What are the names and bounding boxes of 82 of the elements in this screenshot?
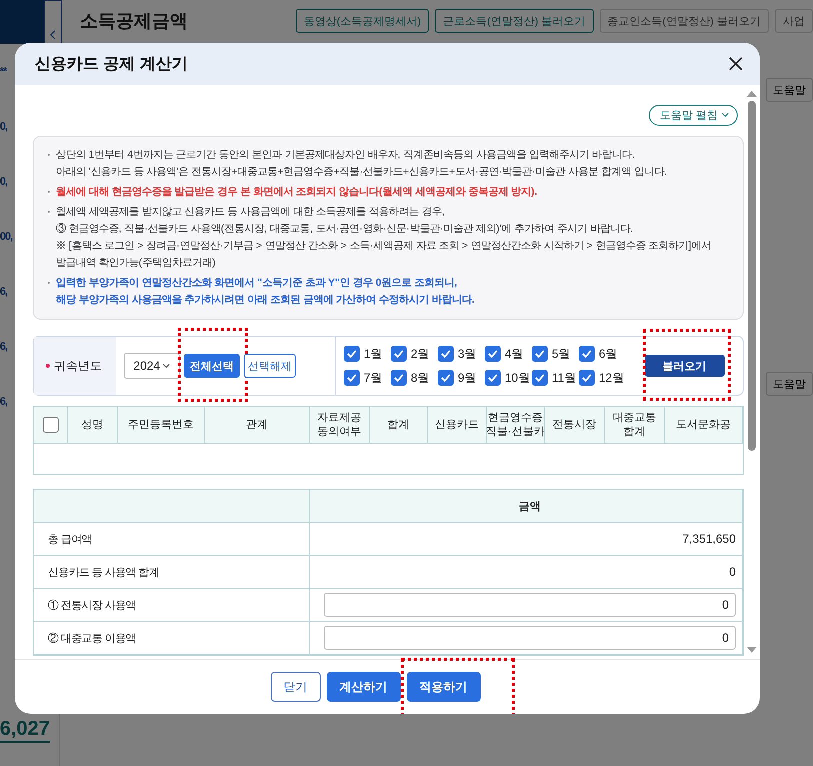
check-icon: [582, 374, 592, 382]
page-title: 소득공제금액: [80, 10, 188, 33]
check-icon: [347, 374, 357, 382]
month-checkbox[interactable]: 12월: [579, 369, 626, 387]
deselect-all-button[interactable]: 선택해제: [244, 354, 296, 378]
column-header: 전통시장: [552, 418, 596, 432]
load-button[interactable]: 불러오기: [644, 355, 724, 377]
amount-value: 0: [729, 565, 736, 579]
check-icon: [394, 374, 404, 382]
row-label: 총 급여액: [48, 532, 92, 546]
check-icon: [441, 350, 451, 358]
notice-text: 발급내역 확인가능(주택임차료거래): [56, 257, 217, 271]
close-icon: [728, 56, 744, 72]
toolbar-button[interactable]: 종교인소득(연말정산) 불러오기: [600, 9, 769, 33]
help-toggle-button[interactable]: 도움말 펼침: [648, 105, 738, 126]
month-checkbox[interactable]: 3월: [438, 345, 485, 363]
chevron-down-icon: [163, 364, 170, 368]
column-header: 자료제공 동의여부: [318, 411, 362, 439]
dialog-button[interactable]: 닫기: [270, 672, 320, 702]
sidebar-value: 0,: [0, 120, 8, 134]
sidebar-value: 00,: [0, 230, 14, 244]
month-checkbox[interactable]: 4월: [485, 345, 532, 363]
column-header: 도서문화공: [676, 418, 731, 432]
month-checkbox[interactable]: 5월: [532, 345, 579, 363]
scroll-down-icon[interactable]: [747, 647, 757, 653]
column-header: 관계: [246, 418, 268, 432]
sidebar-value: 0,: [0, 174, 8, 190]
month-checkbox[interactable]: 6월: [579, 345, 626, 363]
toolbar-button[interactable]: 사업: [775, 9, 813, 33]
check-icon: [488, 374, 498, 382]
row-label: ① 전통시장 사용액: [48, 598, 136, 612]
year-select[interactable]: 2024: [124, 353, 180, 379]
notice-text: ③ 현금영수증, 직불·선불카드 사용액(전통시장, 대중교통, 도서·공연·영화·신문·박물관·미술관 제외)'에 추가하여 주시기 바랍니다.: [56, 222, 634, 237]
amount-input[interactable]: 0: [324, 626, 736, 650]
dialog-title: 신용카드 공제 계산기: [35, 54, 188, 74]
month-checkbox[interactable]: 8월: [391, 369, 438, 387]
check-icon: [394, 350, 404, 358]
row-label: 신용카드 등 사용액 합계: [48, 566, 160, 580]
notice-text: 월세에 대해 현금영수증을 발급받은 경우 본 화면에서 조회되지 않습니다(월세액 세액공제와 중복공제 방지).: [56, 186, 538, 200]
notice-text: 월세액 세액공제를 받지않고 신용카드 등 사용금액에 대한 소득공제를 적용하려는 경우,: [56, 206, 446, 220]
check-icon: [582, 350, 592, 358]
total-value: 6,027: [0, 718, 50, 743]
check-icon: [535, 350, 545, 358]
year-label: 귀속년도: [54, 358, 102, 374]
check-icon: [441, 374, 451, 382]
notice-text: 해당 부양가족의 사용금액을 추가하시려면 아래 조회된 금액에 가산하여 수정하시기 바랍니다.: [56, 294, 475, 308]
column-header: 신용카드: [435, 418, 479, 432]
dialog-button[interactable]: 계산하기: [326, 672, 400, 702]
month-checkbox[interactable]: 9월: [438, 369, 485, 387]
check-icon: [488, 350, 498, 358]
check-icon: [347, 350, 357, 358]
required-icon: [46, 364, 50, 368]
chevron-down-icon: [722, 113, 729, 118]
select-all-checkbox[interactable]: [42, 417, 58, 433]
month-checkbox[interactable]: 2월: [391, 345, 438, 363]
sidebar-value: 6,: [0, 394, 8, 410]
help-button[interactable]: 도움말: [766, 78, 813, 102]
column-header: 금액: [518, 500, 542, 514]
month-checkbox[interactable]: 7월: [344, 369, 391, 387]
amount-value: 7,351,650: [682, 532, 736, 546]
column-header: 대중교통 합계: [612, 411, 656, 439]
amount-input[interactable]: 0: [324, 593, 736, 617]
row-label: ② 대중교통 이용액: [48, 632, 136, 646]
sidebar-value: **: [0, 64, 8, 80]
sidebar-value: 6,: [0, 284, 8, 300]
column-header: 주민등록번호: [128, 418, 194, 432]
chevron-left-icon: [50, 30, 56, 40]
dialog-button[interactable]: 적용하기: [406, 672, 480, 702]
notice-text: 상단의 1번부터 4번까지는 근로기간 동안의 본인과 기본공제대상자인 배우자, 직계존비속등의 사용금액을 입력해주시기 바랍니다.: [56, 149, 636, 163]
column-header: 성명: [82, 418, 104, 432]
help-button[interactable]: 도움말: [766, 372, 813, 396]
month-checkbox[interactable]: 10월: [485, 369, 532, 387]
month-checkbox[interactable]: 11월: [532, 369, 579, 387]
notice-text: 입력한 부양가족이 연말정산간소화 화면에서 "소득기준 초과 Y"인 경우 0원으로 조회되니,: [56, 276, 458, 291]
select-all-button[interactable]: 전체선택: [184, 354, 240, 378]
column-header: 합계: [388, 418, 410, 432]
scroll-up-icon[interactable]: [747, 91, 757, 97]
sidebar-value: 6,: [0, 340, 8, 354]
notice-text: 아래의 '신용카드 등 사용액'은 전통시장+대중교통+현금영수증+직불·선불카드+신용카드+도서·공연·박물관·미술관 사용분 합계액 입니다.: [56, 166, 668, 180]
notice-text: ※ [홈택스 로그인 > 장려금·연말정산·기부금 > 연말정산 간소화 > 소득·세액공제 자료 조회 > 연말정산간소화 시작하기 > 현금영수증 조회하기]에서: [56, 240, 712, 254]
check-icon: [535, 374, 545, 382]
month-checkbox[interactable]: 1월: [344, 345, 391, 363]
